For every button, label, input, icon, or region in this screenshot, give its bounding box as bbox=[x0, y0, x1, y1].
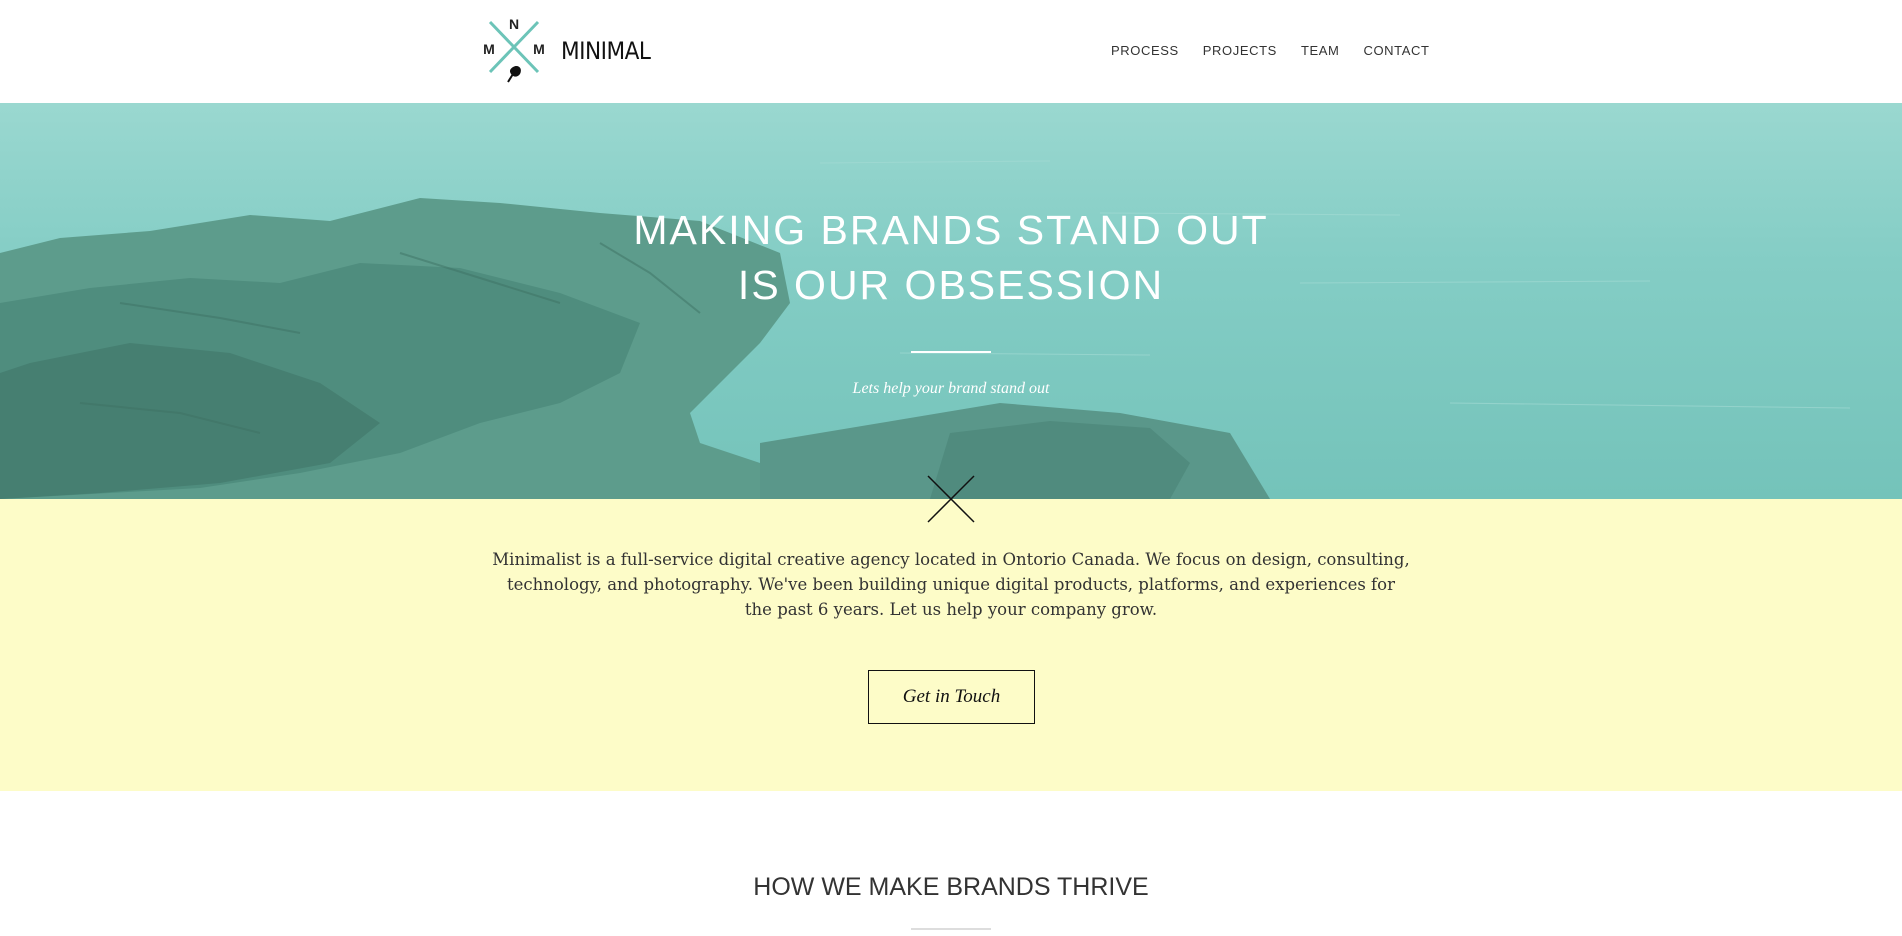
hero-title-line1: MAKING BRANDS STAND OUT bbox=[633, 207, 1269, 253]
brand-name[interactable]: MINIMAL bbox=[561, 37, 651, 65]
intro-text: Minimalist is a full-service digital cre… bbox=[492, 550, 1410, 619]
hero-title: MAKING BRANDS STAND OUT IS OUR OBSESSION bbox=[0, 203, 1902, 313]
logo-letter-m-left: M bbox=[483, 41, 495, 57]
nav-item-process[interactable]: PROCESS bbox=[1111, 43, 1179, 58]
nav-item-team[interactable]: TEAM bbox=[1301, 43, 1340, 58]
hero-divider bbox=[911, 351, 991, 353]
section-title: HOW WE MAKE BRANDS THRIVE bbox=[753, 873, 1149, 901]
logo-letter-m-right: M bbox=[533, 41, 545, 57]
x-mark-icon bbox=[927, 475, 975, 523]
site-header: N M M MINIMAL PROCESS PROJECTS TEAM CONT… bbox=[0, 0, 1902, 103]
hero-section: MAKING BRANDS STAND OUT IS OUR OBSESSION… bbox=[0, 103, 1902, 499]
logo-letter-n: N bbox=[509, 16, 519, 32]
section-divider bbox=[911, 928, 991, 930]
nav-item-contact[interactable]: CONTACT bbox=[1363, 43, 1429, 58]
get-in-touch-button[interactable]: Get in Touch bbox=[868, 670, 1035, 724]
logo[interactable]: N M M bbox=[480, 14, 550, 86]
hero-title-line2: IS OUR OBSESSION bbox=[737, 262, 1165, 308]
nav-item-projects[interactable]: PROJECTS bbox=[1203, 43, 1277, 58]
main-nav: PROCESS PROJECTS TEAM CONTACT bbox=[1111, 43, 1454, 58]
hero-tagline: Lets help your brand stand out bbox=[852, 380, 1050, 397]
leaf-icon bbox=[507, 65, 521, 83]
intro-section: Minimalist is a full-service digital cre… bbox=[0, 499, 1902, 791]
